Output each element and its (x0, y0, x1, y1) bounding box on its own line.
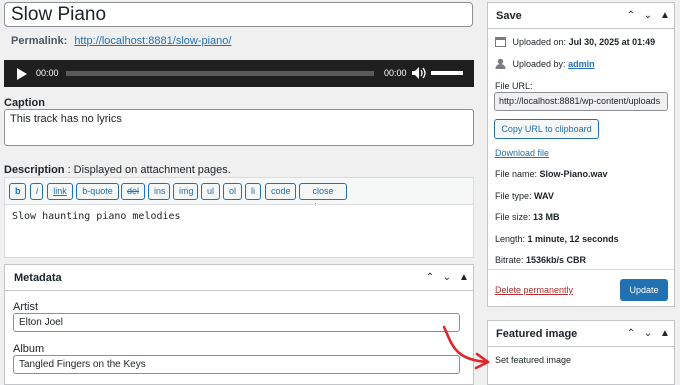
uploaded-on-label: Uploaded on: (512, 37, 567, 47)
uploaded-on-row: Uploaded on: Jul 30, 2025 at 01:49 (495, 36, 655, 47)
file-name-value: Slow-Piano.wav (539, 169, 608, 179)
metadata-title: Metadata (14, 272, 62, 284)
description-label: Description : Displayed on attachment pa… (4, 164, 231, 176)
metadata-panel-header: Metadata ⌃ ⌄ ▲ (5, 265, 473, 291)
save-panel-header: Save ⌃ ⌄ ▲ (488, 3, 674, 29)
metadata-panel: Metadata ⌃ ⌄ ▲ Artist Elton Joel Album T… (4, 264, 474, 385)
caption-textarea[interactable]: This track has no lyrics (4, 109, 474, 146)
qt-del-button[interactable]: del (121, 183, 145, 200)
set-featured-image-link[interactable]: Set featured image (495, 355, 571, 365)
file-type-label: File type: (495, 191, 532, 201)
qt-italic-button[interactable]: i (30, 183, 43, 200)
bitrate-row: Bitrate: 1536kb/s CBR (495, 255, 586, 265)
file-size-label: File size: (495, 212, 531, 222)
artist-label: Artist (13, 301, 39, 313)
annotation-arrow-icon (442, 325, 490, 370)
featured-image-title: Featured image (496, 328, 578, 340)
album-input[interactable]: Tangled Fingers on the Keys (13, 355, 460, 374)
file-url-input[interactable]: http://localhost:8881/wp-content/uploads (494, 92, 668, 111)
copy-url-button[interactable]: Copy URL to clipboard (494, 119, 599, 139)
audio-progress-track[interactable] (66, 71, 374, 76)
play-icon[interactable] (17, 68, 27, 80)
delete-permanently-link[interactable]: Delete permanently (495, 285, 573, 295)
qt-close-tags-button[interactable]: close tags (299, 183, 347, 211)
quicktags-toolbar: b i link b-quote del ins img ul ol li co… (4, 177, 474, 211)
length-label: Length: (495, 234, 526, 244)
bitrate-value: 1536kb/s CBR (526, 255, 587, 265)
volume-slider[interactable] (431, 71, 463, 75)
calendar-icon (495, 37, 506, 47)
uploaded-by-row: Uploaded by: admin (495, 58, 595, 69)
description-editor[interactable]: Slow haunting piano melodies (4, 204, 474, 258)
toggle-panel-icon[interactable]: ▲ (457, 271, 471, 285)
qt-bold-button[interactable]: b (9, 183, 26, 200)
title-input[interactable]: Slow Piano (4, 2, 473, 27)
qt-ul-button[interactable]: ul (201, 183, 220, 200)
save-panel: Save ⌃ ⌄ ▲ Uploaded on: Jul 30, 2025 at … (487, 2, 675, 307)
move-up-icon[interactable]: ⌃ (423, 271, 437, 285)
file-url-label: File URL: (495, 81, 533, 91)
qt-img-button[interactable]: img (173, 183, 198, 200)
current-time: 00:00 (36, 68, 59, 78)
permalink-label: Permalink: (11, 35, 68, 47)
uploaded-on-value: Jul 30, 2025 at 01:49 (568, 37, 656, 47)
file-size-row: File size: 13 MB (495, 212, 560, 222)
permalink: Permalink: http://localhost:8881/slow-pi… (11, 35, 231, 47)
length-value: 1 minute, 12 seconds (527, 234, 619, 244)
file-type-value: WAV (534, 191, 554, 201)
qt-code-button[interactable]: code (265, 183, 296, 200)
file-name-label: File name: (495, 169, 538, 179)
save-title: Save (496, 10, 522, 22)
audio-player: 00:00 00:00 (4, 60, 474, 87)
qt-ins-button[interactable]: ins (148, 183, 170, 200)
move-up-icon[interactable]: ⌃ (624, 327, 638, 341)
save-divider (488, 269, 674, 270)
caption-label: Caption (4, 97, 45, 109)
move-down-icon[interactable]: ⌄ (440, 271, 454, 285)
description-hint: : Displayed on attachment pages. (64, 164, 231, 176)
toggle-panel-icon[interactable]: ▲ (658, 327, 672, 341)
bitrate-label: Bitrate: (495, 255, 524, 265)
qt-link-button[interactable]: link (47, 183, 73, 200)
artist-input[interactable]: Elton Joel (13, 313, 460, 332)
permalink-link[interactable]: http://localhost:8881/slow-piano/ (74, 35, 231, 47)
album-label: Album (13, 343, 45, 355)
download-file-link[interactable]: Download file (495, 148, 549, 158)
qt-li-button[interactable]: li (245, 183, 261, 200)
uploaded-by-label: Uploaded by: (512, 59, 566, 69)
file-type-row: File type: WAV (495, 191, 554, 201)
toggle-panel-icon[interactable]: ▲ (658, 9, 672, 23)
move-up-icon[interactable]: ⌃ (624, 9, 638, 23)
description-label-text: Description (4, 164, 65, 176)
move-down-icon[interactable]: ⌄ (641, 9, 655, 23)
move-down-icon[interactable]: ⌄ (641, 327, 655, 341)
file-size-value: 13 MB (533, 212, 560, 222)
update-button[interactable]: Update (620, 279, 668, 301)
user-icon (495, 58, 506, 69)
featured-image-header: Featured image ⌃ ⌄ ▲ (488, 321, 674, 347)
uploaded-by-link[interactable]: admin (568, 59, 595, 69)
download-file-row: Download file (495, 148, 549, 158)
duration: 00:00 (384, 68, 407, 78)
length-row: Length: 1 minute, 12 seconds (495, 234, 619, 244)
featured-image-panel: Featured image ⌃ ⌄ ▲ Set featured image (487, 320, 675, 385)
qt-bquote-button[interactable]: b-quote (76, 183, 119, 200)
file-name-row: File name: Slow-Piano.wav (495, 169, 608, 179)
qt-ol-button[interactable]: ol (223, 183, 242, 200)
volume-icon[interactable] (412, 67, 426, 79)
